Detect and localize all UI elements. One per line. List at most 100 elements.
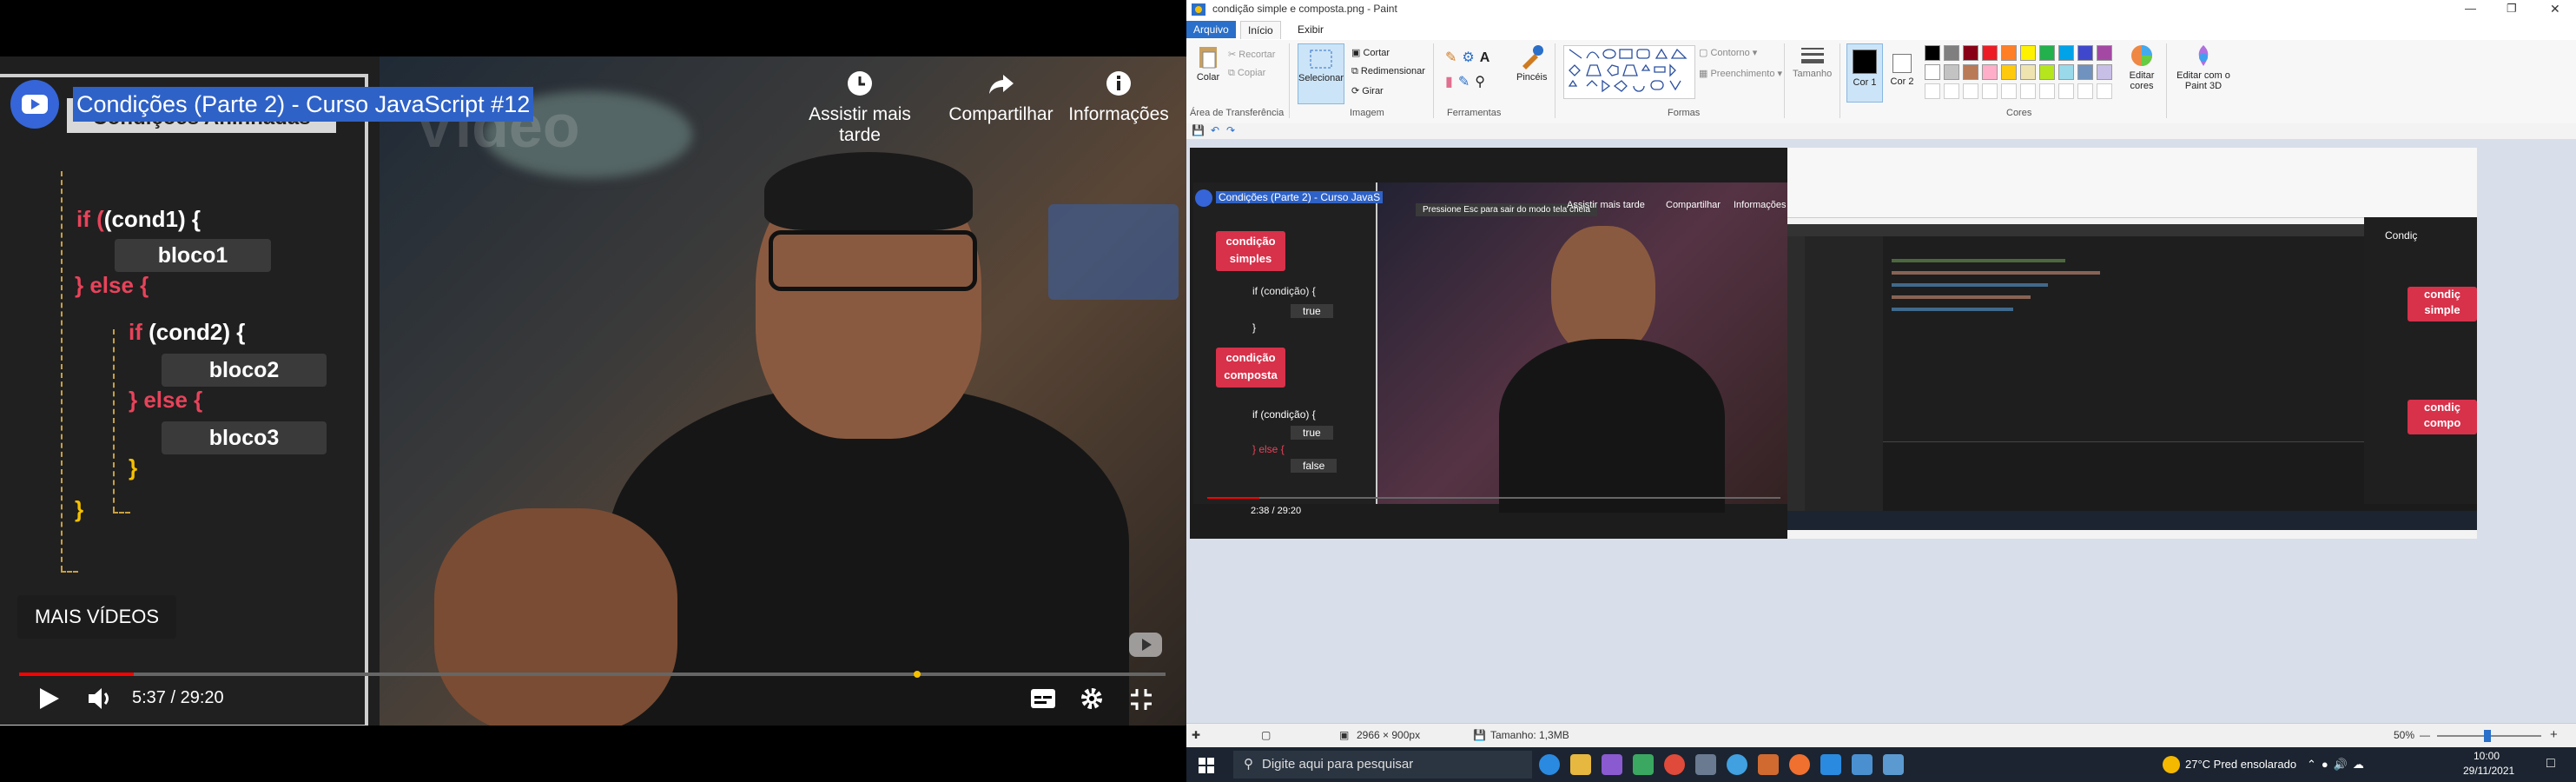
size-button[interactable]: Tamanho (1793, 45, 1832, 79)
weather-text[interactable]: 27°C Pred ensolarado (2185, 758, 2296, 771)
palette-swatch[interactable] (1963, 64, 1978, 80)
palette-swatch[interactable] (1925, 64, 1940, 80)
undo-icon[interactable]: ↶ (1211, 124, 1219, 136)
tab-inicio[interactable]: Início (1240, 21, 1281, 39)
channel-avatar[interactable] (10, 80, 59, 129)
palette-swatch-empty[interactable] (2039, 83, 2055, 99)
zoom-slider-thumb[interactable] (2484, 730, 2491, 742)
palette-swatch[interactable] (2077, 45, 2093, 61)
color-palette[interactable] (1925, 45, 2133, 101)
clock-date[interactable]: 29/11/2021 (2463, 765, 2514, 777)
palette-swatch[interactable] (2097, 45, 2112, 61)
minimize-button[interactable]: — (2465, 2, 2476, 15)
settings-button[interactable] (1080, 686, 1104, 715)
file-explorer-icon[interactable] (1570, 754, 1591, 775)
subtitles-button[interactable] (1030, 688, 1056, 713)
exit-fullscreen-button[interactable] (1130, 688, 1153, 715)
palette-swatch-empty[interactable] (1963, 83, 1978, 99)
palette-swatch[interactable] (1944, 45, 1959, 61)
palette-swatch[interactable] (1982, 64, 1998, 80)
close-button[interactable]: ✕ (2550, 2, 2560, 17)
vscode-icon[interactable] (1820, 754, 1841, 775)
edge-icon[interactable] (1539, 754, 1560, 775)
palette-swatch[interactable] (2077, 64, 2093, 80)
palette-swatch[interactable] (1944, 64, 1959, 80)
play-button[interactable] (38, 686, 61, 715)
shapes-gallery[interactable] (1563, 45, 1695, 99)
video-frame[interactable]: if ((cond1) { bloco1 } else { if (cond2)… (0, 56, 1186, 726)
paint-taskbar-icon[interactable] (1883, 754, 1904, 775)
color2-button[interactable]: Cor 2 (1886, 43, 1918, 87)
palette-swatch[interactable] (2058, 64, 2074, 80)
copy-button[interactable]: ⧉ Copiar (1228, 68, 1265, 79)
zoom-in-button[interactable]: + (2550, 727, 2558, 742)
app-icon[interactable] (1633, 754, 1654, 775)
fill-icon[interactable]: ⚙ (1462, 50, 1479, 65)
eraser-icon[interactable]: ▮ (1445, 75, 1458, 89)
palette-swatch-empty[interactable] (2058, 83, 2074, 99)
zoom-slider[interactable] (2437, 730, 2541, 742)
outline-dropdown[interactable]: ▢ Contorno ▾ (1699, 47, 1757, 58)
calculator-icon[interactable] (1695, 754, 1716, 775)
share-button[interactable]: Compartilhar (947, 70, 1055, 125)
select-button[interactable]: Selecionar (1298, 43, 1344, 104)
palette-swatch-empty[interactable] (1925, 83, 1940, 99)
taskbar-search[interactable]: ⚲ Digite aqui para pesquisar (1233, 751, 1532, 779)
brushes-button[interactable]: Pincéis (1516, 43, 1547, 83)
palette-swatch[interactable] (2020, 45, 2036, 61)
fill-dropdown[interactable]: ▦ Preenchimento ▾ (1699, 68, 1782, 79)
resize-button[interactable]: ⧉ Redimensionar (1351, 66, 1425, 77)
tools-grid-row2[interactable]: ▮✎⚲ (1445, 73, 1490, 90)
palette-swatch[interactable] (1963, 45, 1978, 61)
app-icon-2[interactable] (1727, 754, 1747, 775)
volume-button[interactable] (87, 686, 113, 715)
tab-exibir[interactable]: Exibir (1291, 21, 1331, 38)
pencil-icon[interactable]: ✎ (1445, 50, 1462, 65)
text-icon[interactable]: A (1480, 50, 1496, 65)
palette-swatch[interactable] (1982, 45, 1998, 61)
chrome-icon[interactable] (1664, 754, 1685, 775)
tray-icons[interactable]: ⌃●🔊☁ (2307, 758, 2369, 772)
visual-studio-icon[interactable] (1602, 754, 1622, 775)
palette-swatch-empty[interactable] (2020, 83, 2036, 99)
tools-grid[interactable]: ✎⚙A (1445, 49, 1495, 66)
pasted-screenshot[interactable]: condição simples if (condição) { true } … (1190, 148, 2477, 539)
weather-icon[interactable] (2163, 756, 2180, 773)
palette-swatch-empty[interactable] (2097, 83, 2112, 99)
palette-swatch[interactable] (2097, 64, 2112, 80)
notifications-icon[interactable]: □ (2546, 756, 2555, 772)
palette-swatch-empty[interactable] (1944, 83, 1959, 99)
palette-swatch[interactable] (2001, 45, 2017, 61)
redo-icon[interactable]: ↷ (1226, 124, 1235, 136)
progress-bar[interactable] (19, 671, 1166, 678)
clock-time[interactable]: 10:00 (2474, 750, 2500, 762)
palette-swatch-empty[interactable] (2077, 83, 2093, 99)
palette-swatch[interactable] (2020, 64, 2036, 80)
magnifier-icon[interactable]: ⚲ (1475, 75, 1490, 89)
paste-button[interactable]: Colar (1195, 43, 1221, 83)
edit-colors-button[interactable]: Editar cores (2123, 43, 2161, 91)
cut-button[interactable]: ✂ Recortar (1228, 49, 1275, 60)
app-icon-4[interactable] (1789, 754, 1810, 775)
zoom-out-button[interactable]: — (2420, 729, 2430, 741)
more-videos-button[interactable]: MAIS VÍDEOS (17, 595, 177, 639)
save-icon[interactable]: 💾 (1192, 124, 1205, 136)
windows-start-icon[interactable] (1199, 758, 1214, 773)
picker-icon[interactable]: ✎ (1458, 75, 1475, 89)
app-icon-3[interactable] (1758, 754, 1779, 775)
info-button[interactable]: Informações (1067, 70, 1171, 125)
palette-swatch-empty[interactable] (1982, 83, 1998, 99)
paint3d-button[interactable]: Editar com o Paint 3D (2173, 43, 2234, 91)
color1-button[interactable]: Cor 1 (1846, 43, 1883, 103)
palette-swatch-empty[interactable] (2001, 83, 2017, 99)
palette-swatch[interactable] (2058, 45, 2074, 61)
video-title[interactable]: Condições (Parte 2) - Curso JavaScript #… (73, 87, 534, 122)
youtube-player[interactable]: if ((cond1) { bloco1 } else { if (cond2)… (0, 0, 1186, 782)
watch-later-button[interactable]: Assistir mais tarde (786, 70, 934, 146)
tab-arquivo[interactable]: Arquivo (1186, 21, 1236, 38)
palette-swatch[interactable] (2001, 64, 2017, 80)
maximize-button[interactable]: ❐ (2507, 2, 2517, 16)
rotate-button[interactable]: ⟳ Girar (1351, 85, 1384, 96)
notepad-icon[interactable] (1852, 754, 1873, 775)
canvas-area[interactable]: condição simples if (condição) { true } … (1186, 139, 2576, 723)
